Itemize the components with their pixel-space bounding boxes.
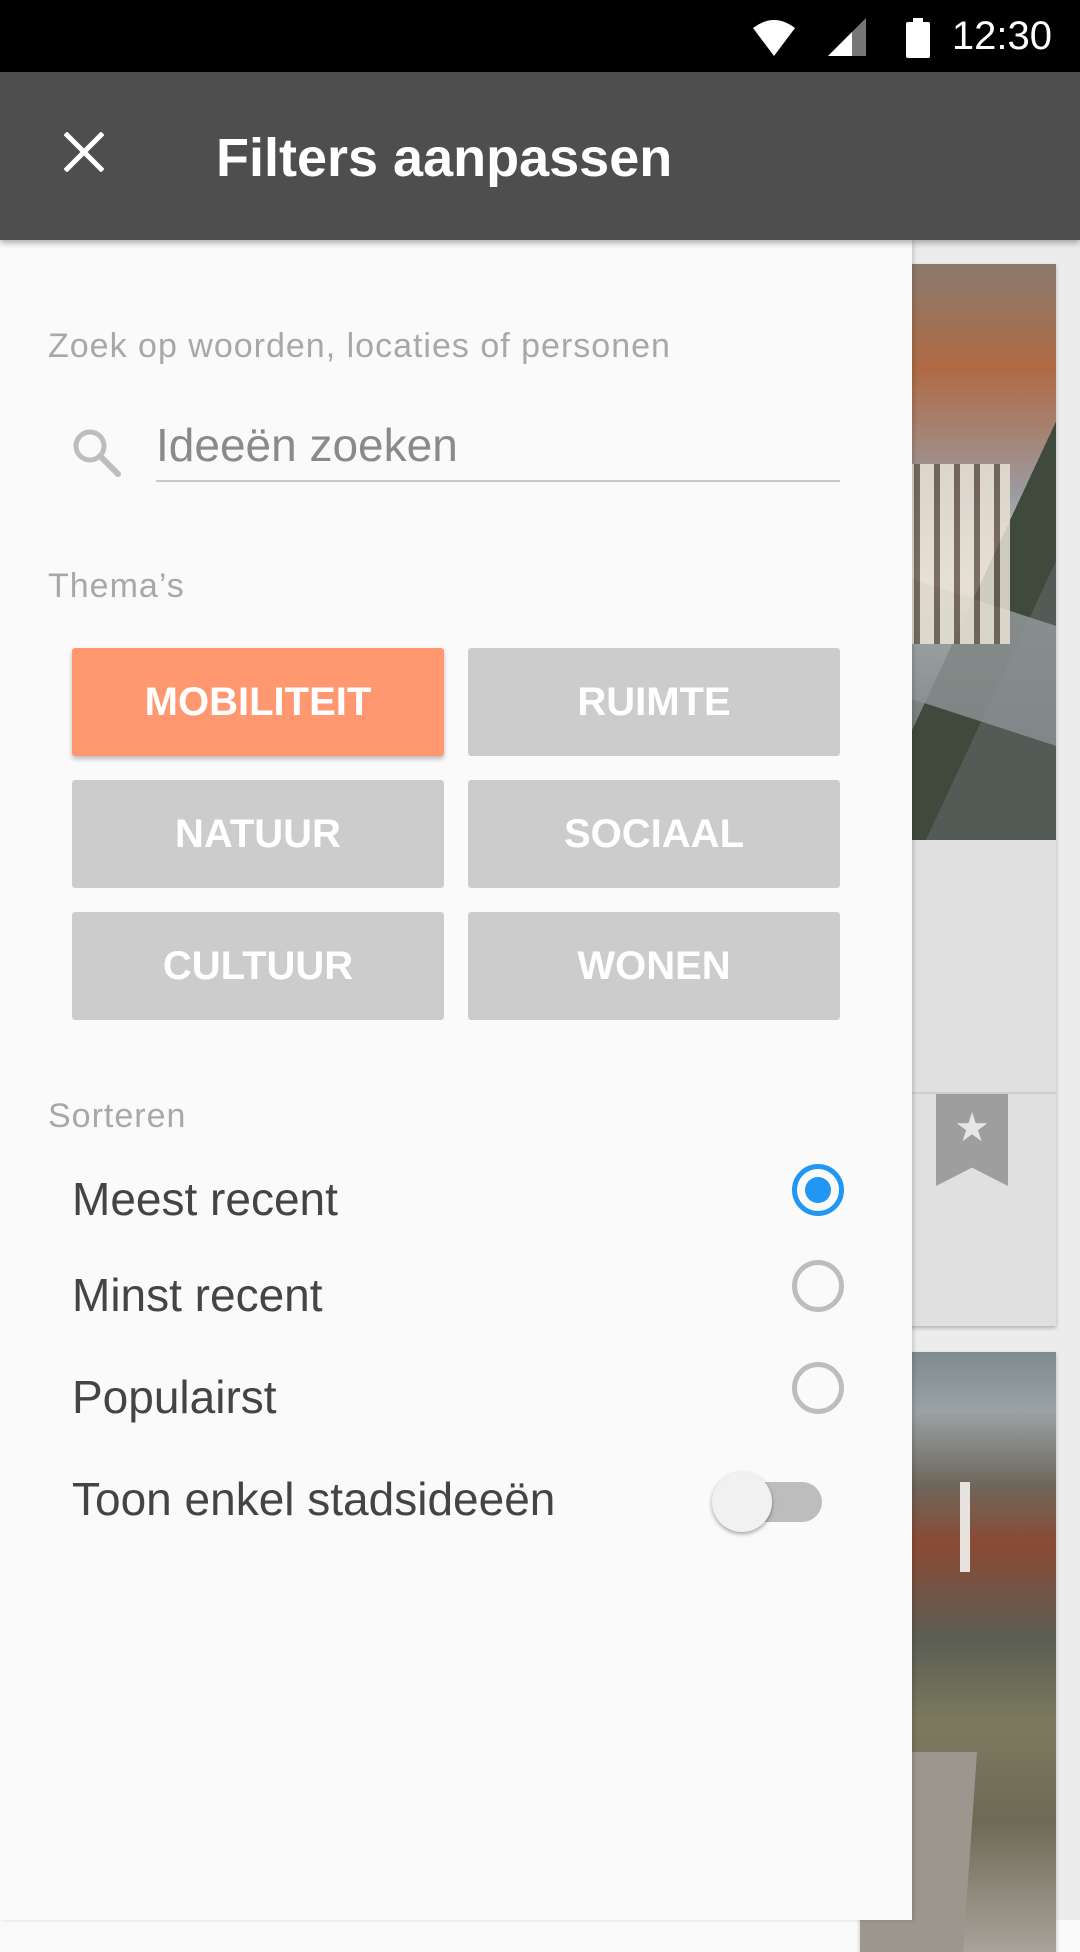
page-title: Filters aanpassen [216,128,673,188]
filter-drawer: Zoek op woorden, locaties of personen Th… [0,240,912,1920]
theme-chip-wonen[interactable]: WONEN [468,912,840,1020]
theme-chip-ruimte[interactable]: RUIMTE [468,648,840,756]
sort-option-most-popular[interactable]: Populairst [72,1348,844,1438]
wifi-icon [753,20,795,56]
theme-chip-sociaal[interactable]: SOCIAAL [468,780,840,888]
star-bookmark-icon[interactable]: ★ [936,1094,1008,1186]
app-bar: Filters aanpassen [0,72,1080,240]
themes-section-label: Thema’s [48,567,185,605]
sort-section-label: Sorteren [48,1097,187,1135]
city-ideas-toggle[interactable] [712,1462,832,1532]
sort-option-label: Meest recent [72,1173,338,1225]
close-icon [64,132,104,172]
toggle-label: Toon enkel stadsideeën [72,1473,556,1525]
search-input[interactable] [156,410,840,482]
theme-chip-natuur[interactable]: NATUUR [72,780,444,888]
radio-button[interactable] [792,1362,844,1414]
status-bar: 12:30 [0,0,1080,72]
search-row [64,410,840,490]
theme-chip-cultuur[interactable]: CULTUUR [72,912,444,1020]
signal-icon [828,18,866,56]
sort-option-most-recent[interactable]: Meest recent [72,1150,844,1240]
sort-option-label: Minst recent [72,1269,323,1321]
sort-option-least-recent[interactable]: Minst recent [72,1246,844,1336]
battery-icon [906,18,930,58]
theme-chip-mobiliteit[interactable]: MOBILITEIT [72,648,444,756]
search-icon [73,429,121,477]
search-section-label: Zoek op woorden, locaties of personen [48,327,671,365]
status-time: 12:30 [951,14,1052,58]
toggle-thumb[interactable] [712,1472,772,1532]
radio-button-checked[interactable] [792,1164,844,1216]
radio-button[interactable] [792,1260,844,1312]
close-button[interactable] [44,112,124,192]
city-ideas-toggle-row: Toon enkel stadsideeën [72,1450,844,1540]
sort-option-label: Populairst [72,1371,277,1423]
